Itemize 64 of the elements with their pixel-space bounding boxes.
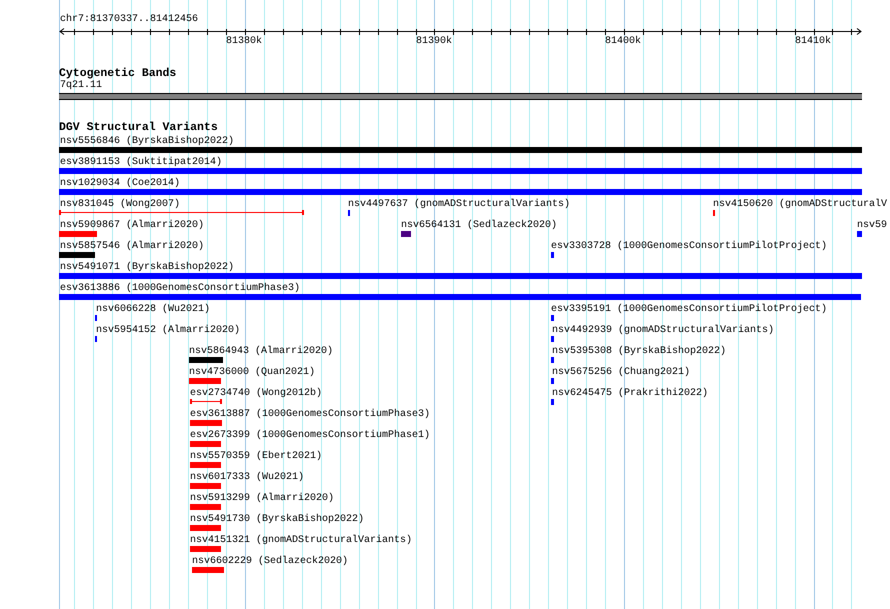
ruler-tick-label: 81390k (416, 36, 452, 47)
feature-label: esv3303728 (1000GenomesConsortiumPilotProject) (551, 241, 828, 252)
feature-label: nsv6564131 (Sedlazeck2020) (401, 220, 558, 231)
feature-bar[interactable] (59, 252, 95, 258)
location-label: chr7:81370337..81412456 (60, 14, 198, 25)
feature-label: nsv6017333 (Wu2021) (190, 472, 304, 483)
feature-label: nsv4150620 (gnomADStructuralV (713, 199, 888, 210)
feature-label: esv2734740 (Wong2012b) (190, 388, 322, 399)
feature-bar[interactable] (551, 378, 554, 384)
feature-bar[interactable] (59, 189, 862, 195)
feature-label: nsv5675256 (Chuang2021) (552, 367, 690, 378)
feature-bar[interactable] (192, 567, 224, 573)
feature-label: nsv4497637 (gnomADStructuralVariants) (348, 199, 570, 210)
feature-bar[interactable] (190, 504, 221, 510)
feature-label: esv3613886 (1000GenomesConsortiumPhase3) (60, 283, 300, 294)
feature-bar[interactable] (551, 336, 554, 342)
ruler-tick-label: 81400k (605, 36, 642, 47)
feature-bar[interactable] (551, 399, 554, 405)
feature-label: nsv1029034 (Coe2014) (60, 178, 180, 189)
feature-label: nsv6066228 (Wu2021) (96, 304, 210, 315)
feature-label: esv3395191 (1000GenomesConsortiumPilotProject) (551, 304, 828, 315)
feature-label: nsv5570359 (Ebert2021) (190, 451, 322, 462)
feature-label: nsv5909867 (Almarri2020) (60, 220, 204, 231)
feature-bar[interactable] (190, 420, 222, 426)
feature-label: nsv5954152 (Almarri2020) (96, 325, 240, 336)
feature-label: nsv4492939 (gnomADStructuralVariants) (552, 325, 774, 336)
feature-bar[interactable] (59, 231, 97, 237)
feature-label: nsv5556846 (ByrskaBishop2022) (60, 136, 234, 147)
feature-label: nsv5913299 (Almarri2020) (190, 493, 334, 504)
ruler-tick-label: 81380k (226, 36, 262, 47)
feature-bar[interactable] (190, 441, 221, 447)
feature-label: nsv5491730 (ByrskaBishop2022) (190, 514, 364, 525)
track-title: DGV Structural Variants (59, 122, 218, 134)
feature-label: nsv5491071 (ByrskaBishop2022) (60, 262, 234, 273)
feature-bar[interactable] (857, 231, 862, 237)
feature-bar[interactable] (401, 231, 411, 237)
feature-bar[interactable] (190, 462, 221, 468)
feature-label: nsv6602229 (Sedlazeck2020) (192, 556, 348, 567)
feature-bar[interactable] (551, 252, 554, 258)
band-label: 7q21.11 (60, 80, 102, 91)
feature-label: esv3613887 (1000GenomesConsortiumPhase3) (190, 409, 430, 420)
feature-bar[interactable] (551, 357, 554, 363)
feature-bar[interactable] (59, 273, 862, 279)
ruler-tick-label: 81410k (795, 36, 832, 47)
feature-label: nsv6245475 (Prakrithi2022) (552, 388, 708, 399)
feature-bar[interactable] (189, 357, 223, 363)
feature-label: nsv59 (857, 220, 888, 231)
feature-bar[interactable] (59, 168, 862, 174)
feature-bar[interactable] (189, 378, 221, 384)
track-title: Cytogenetic Bands (59, 68, 176, 80)
feature-bar[interactable] (59, 294, 861, 300)
feature-label: nsv831045 (Wong2007) (60, 199, 180, 210)
feature-label: nsv4736000 (Quan2021) (189, 367, 316, 378)
feature-label: nsv5395308 (ByrskaBishop2022) (552, 346, 726, 357)
feature-bar[interactable] (190, 483, 221, 489)
feature-label: esv3891153 (Suktitipat2014) (60, 157, 222, 168)
feature-bar[interactable] (59, 147, 862, 153)
feature-label: nsv5857546 (Almarri2020) (60, 241, 204, 252)
feature-bar[interactable] (190, 525, 221, 531)
feature-label: esv2673399 (1000GenomesConsortiumPhase1) (190, 430, 430, 441)
feature-bar[interactable] (551, 315, 554, 321)
feature-label: nsv5864943 (Almarri2020) (189, 346, 334, 357)
feature-bar[interactable] (190, 546, 221, 552)
feature-label: nsv4151321 (gnomADStructuralVariants) (190, 535, 412, 546)
